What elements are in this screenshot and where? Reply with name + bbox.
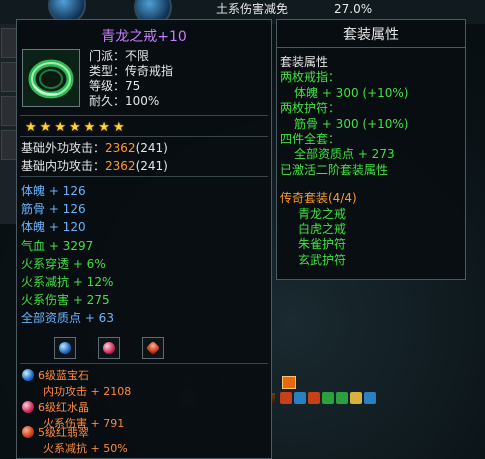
- set-header: 套装属性: [280, 55, 329, 69]
- outer-attack-row: 基础外功攻击：2362(241): [21, 139, 168, 156]
- green-attr: 火系穿透 + 6%: [21, 256, 106, 271]
- set-piece: 白虎之戒: [298, 222, 347, 237]
- star-icon: ★: [83, 120, 96, 135]
- red-gem-icon[interactable]: [98, 337, 120, 359]
- background-stat-name: 土系伤害减免: [216, 2, 289, 16]
- star-icon: ★: [25, 120, 37, 135]
- background-stat-value: 27.0%: [334, 2, 373, 16]
- jade-ring-icon: [22, 49, 80, 107]
- item-durability: 耐久：100%: [89, 94, 160, 108]
- red-jade-icon[interactable]: [142, 337, 164, 359]
- green-attr: 气血 + 3297: [21, 238, 94, 253]
- socket-effect: 内功攻击 + 2108: [43, 385, 132, 398]
- item-faction: 门派：不限: [89, 49, 150, 63]
- outer-attack-value: 2362: [105, 141, 136, 155]
- set-tooltip: 套装属性 套装属性 两枚戒指： 体魄 + 300 (+10%) 两枚护符： 筋骨…: [276, 19, 466, 280]
- socket-name: 6级红水晶: [38, 401, 89, 414]
- socket-entry: 6级蓝宝石: [22, 367, 89, 383]
- buff-icon[interactable]: [280, 392, 292, 404]
- divider: [20, 136, 268, 137]
- star-icon: ★: [98, 120, 110, 135]
- socket-name: 5级红翡翠: [38, 426, 89, 439]
- item-type: 类型：传奇戒指: [89, 64, 174, 78]
- buff-bar: [280, 392, 376, 404]
- blue-gem-icon[interactable]: [54, 337, 76, 359]
- set-two-guards-bonus: 筋骨 + 300 (+10%): [294, 116, 409, 131]
- blue-attr: 体魄 + 126: [21, 184, 86, 198]
- set-piece: 朱雀护符: [298, 237, 347, 252]
- set-four-bonus: 全部资质点 + 273: [294, 147, 395, 162]
- socket-name: 6级蓝宝石: [38, 369, 89, 382]
- divider: [20, 176, 268, 177]
- green-attr: 火系减抗 + 12%: [21, 275, 114, 290]
- sidebar-slot[interactable]: [1, 28, 17, 58]
- legend-set-title: 传奇套装(4/4): [280, 191, 357, 206]
- notice-icon[interactable]: [282, 376, 296, 389]
- buff-icon[interactable]: [294, 392, 306, 404]
- star-icon: ★: [54, 120, 66, 135]
- left-sidebar: [0, 24, 17, 224]
- divider: [277, 47, 465, 48]
- socket-effect: 火系减抗 + 50%: [43, 442, 128, 455]
- set-two-rings: 两枚戒指：: [280, 70, 341, 85]
- set-piece: 玄武护符: [298, 252, 347, 267]
- blue-attr: 体魄 + 120: [21, 220, 86, 235]
- buff-icon[interactable]: [308, 392, 320, 404]
- star-icon: ★: [68, 120, 81, 135]
- all-attr: 全部资质点 + 63: [21, 311, 114, 326]
- item-basic-info: 门派：不限 类型：传奇戒指 等级：75 耐久：100%: [89, 49, 173, 109]
- divider: [20, 115, 268, 116]
- gem-slots: [54, 337, 164, 359]
- set-body: 套装属性 两枚戒指： 体魄 + 300 (+10%) 两枚护符： 筋骨 + 30…: [280, 55, 409, 268]
- item-tooltip: 青龙之戒+10 门派：不限 类型：传奇戒指 等级：75 耐久：100% ★ ★ ★ ★…: [16, 19, 272, 459]
- star-icon: ★: [112, 120, 125, 135]
- set-two-rings-bonus: 体魄 + 300 (+10%): [294, 85, 409, 100]
- outer-attack-label: 基础外功攻击：: [21, 141, 106, 155]
- blue-gem-icon: [22, 369, 34, 381]
- star-icon: ★: [39, 120, 52, 135]
- inner-attack-bonus: (241): [135, 159, 168, 173]
- inner-attack-label: 基础内功攻击：: [21, 159, 106, 173]
- set-activated: 已激活二阶套装属性: [280, 162, 389, 177]
- background-stat-row: 土系伤害减免 27.0%: [210, 0, 475, 20]
- buff-icon[interactable]: [336, 392, 348, 404]
- socket-entry: 6级红水晶: [22, 399, 89, 415]
- red-jade-icon: [22, 426, 34, 438]
- attribute-list: 体魄 + 126 筋骨 + 126 体魄 + 120 气血 + 3297 火系穿…: [21, 182, 114, 328]
- sidebar-slot[interactable]: [1, 62, 17, 92]
- inner-attack-row: 基础内功攻击：2362(241): [21, 157, 168, 174]
- set-title: 套装属性: [343, 27, 399, 43]
- blue-attr: 筋骨 + 126: [21, 202, 86, 217]
- item-level: 等级：75: [89, 79, 141, 93]
- set-four: 四件全套：: [280, 132, 341, 147]
- socket-entry: 5级红翡翠: [22, 424, 89, 440]
- set-piece: 青龙之戒: [298, 206, 347, 221]
- inner-attack-value: 2362: [105, 159, 136, 173]
- set-two-guards: 两枚护符：: [280, 101, 341, 116]
- outer-attack-bonus: (241): [135, 141, 168, 155]
- sidebar-slot[interactable]: [1, 130, 17, 160]
- buff-icon[interactable]: [350, 392, 362, 404]
- red-gem-icon: [22, 401, 34, 413]
- sidebar-slot[interactable]: [1, 96, 17, 126]
- star-rating: ★ ★ ★ ★ ★ ★ ★: [25, 121, 125, 135]
- buff-icon[interactable]: [364, 392, 376, 404]
- item-name: 青龙之戒+10: [101, 29, 187, 45]
- green-attr: 火系伤害 + 275: [21, 293, 110, 308]
- buff-icon[interactable]: [322, 392, 334, 404]
- divider: [20, 363, 268, 364]
